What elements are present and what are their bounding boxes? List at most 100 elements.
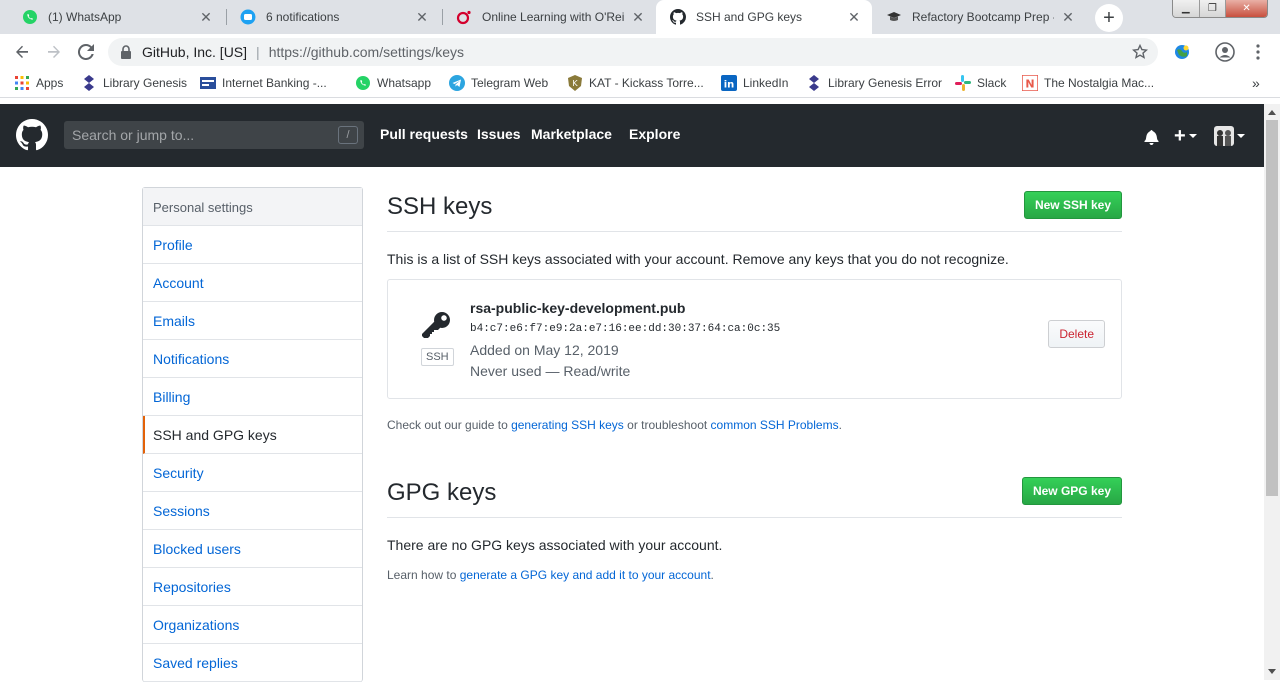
sidebar-item-emails[interactable]: Emails: [143, 302, 362, 340]
extension-button[interactable]: [1170, 40, 1194, 64]
bookmark-label: Telegram Web: [471, 76, 549, 90]
common-ssh-problems-link[interactable]: common SSH Problems: [711, 418, 839, 432]
close-tab-icon[interactable]: ✕: [846, 9, 862, 25]
search-input[interactable]: [72, 127, 332, 143]
nav-marketplace[interactable]: Marketplace: [531, 126, 612, 142]
nav-pull-requests[interactable]: Pull requests: [380, 126, 468, 142]
generating-ssh-keys-link[interactable]: generating SSH keys: [511, 418, 624, 432]
new-ssh-key-button[interactable]: New SSH key: [1023, 191, 1122, 219]
address-bar[interactable]: GitHub, Inc. [US] | https://github.com/s…: [108, 38, 1158, 66]
browser-tab-notifications[interactable]: 6 notifications ✕: [226, 0, 440, 34]
url-text: https://github.com/settings/keys: [268, 44, 465, 60]
sidebar-item-ssh-gpg-keys[interactable]: SSH and GPG keys: [143, 416, 362, 454]
browser-tab-ssh-gpg-keys[interactable]: SSH and GPG keys ✕: [656, 0, 872, 34]
generate-gpg-key-link[interactable]: generate a GPG key and add it to your ac…: [460, 568, 711, 582]
bookmark-whatsapp[interactable]: Whatsapp: [355, 75, 431, 91]
sidebar-item-profile[interactable]: Profile: [143, 226, 362, 264]
browser-menu-button[interactable]: [1246, 40, 1270, 64]
ssh-key-name: rsa-public-key-development.pub: [470, 300, 686, 316]
back-button[interactable]: [10, 40, 34, 64]
learn-suffix: .: [710, 568, 714, 582]
sidebar-item-repositories[interactable]: Repositories: [143, 568, 362, 606]
profile-button[interactable]: [1213, 40, 1237, 64]
browser-tab-refactory[interactable]: Refactory Bootcamp Prep - C ✕: [872, 0, 1086, 34]
key-icon: [422, 312, 450, 338]
bank-icon: [200, 75, 216, 91]
close-tab-icon[interactable]: ✕: [414, 9, 430, 25]
forward-button[interactable]: [42, 40, 66, 64]
guide-middle: or troubleshoot: [623, 418, 711, 432]
bookmark-slack[interactable]: Slack: [955, 75, 1006, 91]
sidebar-item-organizations[interactable]: Organizations: [143, 606, 362, 644]
sidebar-item-notifications[interactable]: Notifications: [143, 340, 362, 378]
reload-button[interactable]: [74, 40, 98, 64]
sidebar-item-saved-replies[interactable]: Saved replies: [143, 644, 362, 682]
github-logo-icon[interactable]: [16, 119, 48, 151]
browser-toolbar: GitHub, Inc. [US] | https://github.com/s…: [0, 34, 1280, 70]
sidebar-item-security[interactable]: Security: [143, 454, 362, 492]
global-search: /: [64, 121, 364, 149]
arrow-left-icon: [16, 45, 28, 58]
ssh-key-fingerprint: b4:c7:e6:f7:e9:2a:e7:16:ee:dd:30:37:64:c…: [470, 323, 781, 335]
user-menu-dropdown[interactable]: [1214, 126, 1245, 146]
ssh-keys-title: SSH keys: [387, 193, 493, 220]
close-tab-icon[interactable]: ✕: [630, 9, 646, 25]
caret-down-icon: [1188, 134, 1197, 138]
sidebar-item-billing[interactable]: Billing: [143, 378, 362, 416]
sidebar-item-account[interactable]: Account: [143, 264, 362, 302]
browser-tab-strip: (1) WhatsApp ✕ 6 notifications ✕ Online …: [0, 0, 1280, 34]
new-gpg-key-button[interactable]: New GPG key: [1021, 477, 1122, 505]
close-tab-icon[interactable]: ✕: [1060, 9, 1076, 25]
bookmark-star-icon[interactable]: [1132, 44, 1148, 60]
bookmark-label: LinkedIn: [743, 76, 789, 90]
sidebar-item-sessions[interactable]: Sessions: [143, 492, 362, 530]
close-tab-icon[interactable]: ✕: [198, 9, 214, 25]
lock-icon: [120, 45, 132, 59]
browser-tab-whatsapp[interactable]: (1) WhatsApp ✕: [8, 0, 224, 34]
notifications-bell-icon[interactable]: [1144, 129, 1159, 145]
divider: [387, 517, 1122, 518]
caret-down-icon: [1237, 134, 1245, 138]
bookmark-linkedin[interactable]: in LinkedIn: [721, 75, 788, 91]
ssh-key-item: SSH rsa-public-key-development.pub b4:c7…: [387, 279, 1122, 399]
new-tab-button[interactable]: +: [1095, 4, 1123, 32]
bookmark-telegram-web[interactable]: Telegram Web: [449, 75, 548, 91]
plus-icon: +: [1103, 6, 1115, 29]
scroll-up-arrow-icon[interactable]: [1268, 110, 1276, 115]
more-bookmarks-button[interactable]: »: [1252, 75, 1260, 91]
tab-title: (1) WhatsApp: [48, 10, 122, 24]
scrollbar-thumb[interactable]: [1266, 120, 1278, 496]
bookmark-nostalgia-machine[interactable]: N The Nostalgia Mac...: [1022, 75, 1154, 91]
bookmark-library-genesis[interactable]: Library Genesis: [81, 75, 187, 91]
gpg-learn-note: Learn how to generate a GPG key and add …: [387, 568, 714, 582]
minimize-window-button[interactable]: ▁: [1173, 0, 1200, 17]
bookmark-internet-banking[interactable]: Internet Banking -...: [200, 75, 327, 91]
tab-title: SSH and GPG keys: [696, 10, 803, 24]
close-window-button[interactable]: ✕: [1226, 0, 1267, 17]
scroll-down-arrow-icon[interactable]: [1268, 669, 1276, 674]
create-new-dropdown[interactable]: +: [1174, 126, 1197, 146]
bookmark-apps[interactable]: Apps: [14, 75, 63, 91]
bookmark-label: Library Genesis Error: [828, 76, 943, 90]
sidebar-item-blocked-users[interactable]: Blocked users: [143, 530, 362, 568]
oreilly-icon: [456, 9, 472, 25]
ssh-key-added-date: Added on May 12, 2019: [470, 342, 619, 358]
nav-issues[interactable]: Issues: [477, 126, 521, 142]
bookmark-kickass-torrents[interactable]: K KAT - Kickass Torre...: [567, 75, 704, 91]
avatar: [1214, 126, 1234, 146]
whatsapp-icon: [355, 75, 371, 91]
maximize-window-button[interactable]: ❐: [1199, 0, 1227, 17]
guide-suffix: .: [838, 418, 842, 432]
delete-ssh-key-button[interactable]: Delete: [1048, 320, 1105, 348]
account-circle-icon: [1215, 42, 1235, 62]
globe-extension-icon: [1175, 45, 1189, 59]
libgen-icon: [806, 75, 822, 91]
kat-icon: K: [567, 75, 583, 91]
svg-text:K: K: [572, 79, 578, 88]
reload-icon: [78, 44, 94, 60]
nav-explore[interactable]: Explore: [629, 126, 680, 142]
page-scrollbar[interactable]: [1264, 104, 1280, 680]
browser-tab-oreilly[interactable]: Online Learning with O'Reilly ✕: [442, 0, 656, 34]
bookmark-library-genesis-error[interactable]: Library Genesis Error: [806, 75, 942, 91]
telegram-icon: [449, 75, 465, 91]
